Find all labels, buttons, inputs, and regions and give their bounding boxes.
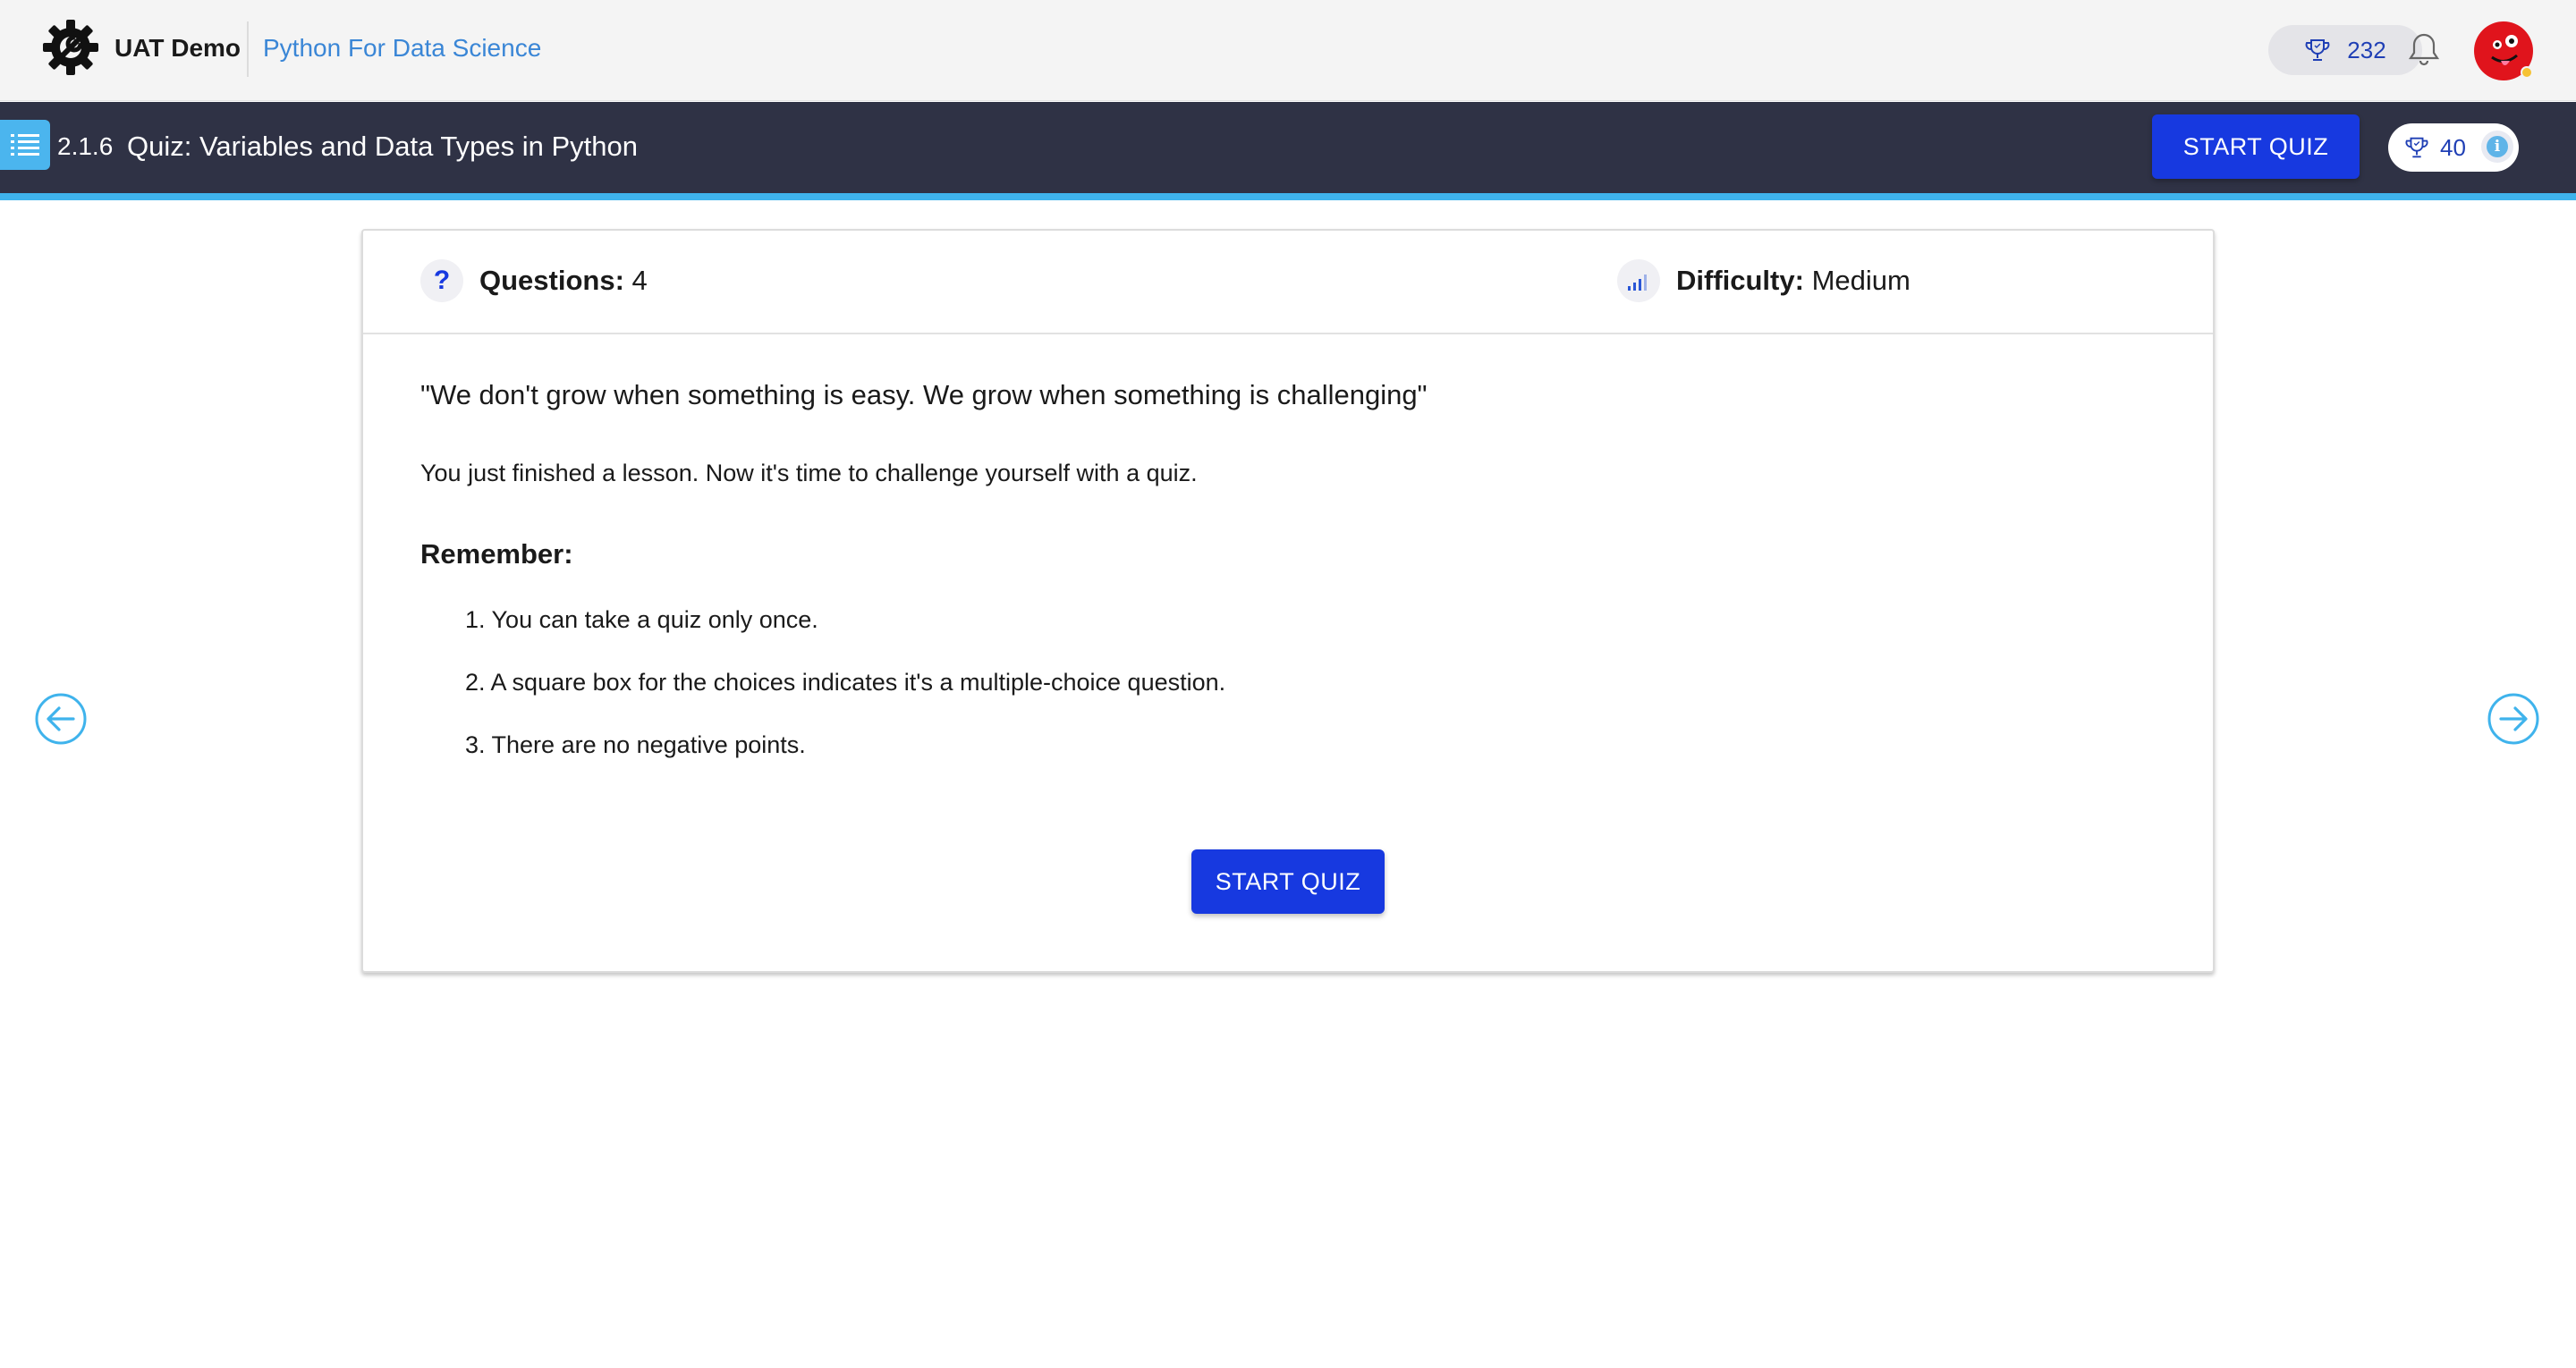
motivational-quote: "We don't grow when something is easy. W…	[420, 379, 1428, 410]
questions-value: 4	[631, 265, 648, 296]
remember-heading: Remember:	[420, 538, 573, 570]
next-lesson-arrow-icon[interactable]	[2487, 692, 2540, 746]
trophy-icon	[2405, 137, 2428, 158]
quiz-meta-header: ? Questions: 4 Difficulty: Medium	[363, 231, 2213, 334]
questions-count: ? Questions: 4	[420, 259, 648, 302]
lesson-title: Quiz: Variables and Data Types in Python	[127, 131, 638, 162]
difficulty-level: Difficulty: Medium	[1617, 259, 1911, 302]
start-quiz-header-button[interactable]: START QUIZ	[2152, 114, 2360, 179]
info-glyph: i	[2487, 136, 2508, 157]
question-icon: ?	[420, 259, 463, 302]
course-title-link[interactable]: Python For Data Science	[263, 34, 541, 63]
points-badge[interactable]: 232	[2268, 25, 2422, 75]
lesson-bar-accent	[0, 193, 2576, 200]
questions-label: Questions:	[479, 265, 624, 296]
signal-bars-icon	[1617, 259, 1660, 302]
info-icon[interactable]: i	[2481, 131, 2513, 163]
quiz-intro-card: ? Questions: 4 Difficulty: Medium "We do…	[361, 229, 2215, 973]
gear-logo-icon[interactable]	[39, 16, 102, 79]
bell-icon[interactable]	[2406, 30, 2442, 68]
rule-item: 1. You can take a quiz only once.	[465, 606, 818, 633]
trophy-icon	[2305, 39, 2330, 61]
points-value: 232	[2347, 36, 2386, 63]
lesson-number: 2.1.6	[57, 132, 114, 160]
reward-points-value: 40	[2440, 133, 2466, 161]
top-header: UAT Demo Python For Data Science 232	[0, 0, 2576, 101]
brand-divider	[247, 21, 249, 77]
rule-item: 3. There are no negative points.	[465, 731, 806, 758]
quiz-intro-text: You just finished a lesson. Now it's tim…	[420, 460, 1198, 486]
lesson-menu-button[interactable]	[0, 120, 50, 170]
rules-list: 1. You can take a quiz only once. 2. A s…	[465, 606, 1225, 794]
start-quiz-button[interactable]: START QUIZ	[1191, 849, 1385, 914]
status-dot	[2521, 66, 2533, 79]
brand-name[interactable]: UAT Demo	[114, 34, 241, 63]
previous-lesson-arrow-icon[interactable]	[34, 692, 88, 746]
difficulty-label: Difficulty:	[1676, 265, 1804, 296]
list-icon	[11, 134, 39, 156]
rule-item: 2. A square box for the choices indicate…	[465, 669, 1226, 696]
difficulty-value: Medium	[1811, 265, 1911, 296]
